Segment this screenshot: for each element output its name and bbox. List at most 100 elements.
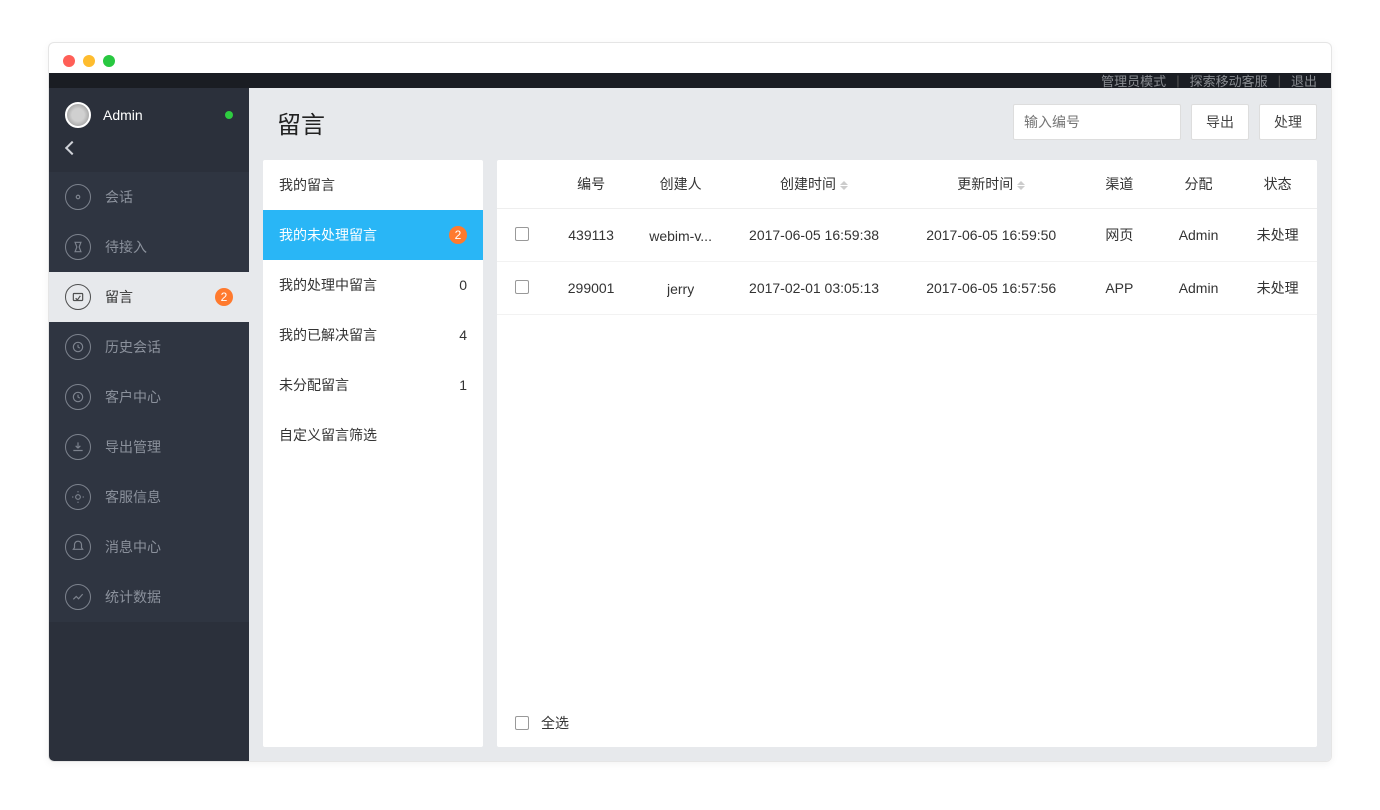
cell-channel: 网页	[1080, 209, 1159, 262]
nav-item-pending[interactable]: 待接入	[49, 222, 249, 272]
process-button[interactable]: 处理	[1259, 104, 1317, 140]
col-channel[interactable]: 渠道	[1080, 160, 1159, 209]
filter-label: 我的留言	[279, 175, 335, 195]
search-input[interactable]	[1013, 104, 1181, 140]
nav-label: 统计数据	[105, 587, 161, 607]
cell-id: 299001	[546, 262, 635, 315]
username: Admin	[103, 107, 143, 123]
notification-icon	[65, 534, 91, 560]
pending-icon	[65, 234, 91, 260]
stats-icon	[65, 584, 91, 610]
message-icon	[65, 284, 91, 310]
agent-icon	[65, 484, 91, 510]
chevron-left-icon	[65, 141, 79, 155]
nav-label: 历史会话	[105, 337, 161, 357]
cell-assign: Admin	[1159, 209, 1238, 262]
filter-count: 4	[459, 327, 467, 343]
nav-item-history[interactable]: 历史会话	[49, 322, 249, 372]
filter-my-messages[interactable]: 我的留言	[263, 160, 483, 210]
cell-updated: 2017-06-05 16:57:56	[903, 262, 1080, 315]
history-icon	[65, 334, 91, 360]
cell-created: 2017-02-01 03:05:13	[725, 262, 902, 315]
filter-label: 我的未处理留言	[279, 225, 377, 245]
cell-creator: webim-v...	[636, 209, 726, 262]
header-actions: 导出 处理	[1013, 104, 1317, 140]
col-creator[interactable]: 创建人	[636, 160, 726, 209]
cell-created: 2017-06-05 16:59:38	[725, 209, 902, 262]
filter-unassigned[interactable]: 未分配留言 1	[263, 360, 483, 410]
table-panel: 编号 创建人 创建时间 更新时间 渠道 分配 状态 439113	[497, 160, 1317, 747]
app-window: 管理员模式 | 探索移动客服 | 退出 Admin 会话 待接入	[48, 42, 1332, 762]
divider: |	[1278, 73, 1281, 88]
content-area: 留言 导出 处理 我的留言 我的未处理留言 2 我的处理中留言	[249, 88, 1331, 761]
table-header-row: 编号 创建人 创建时间 更新时间 渠道 分配 状态	[497, 160, 1317, 209]
export-icon	[65, 434, 91, 460]
nav-label: 留言	[105, 287, 133, 307]
filter-custom[interactable]: 自定义留言筛选	[263, 410, 483, 460]
main-area: Admin 会话 待接入 留言 2	[49, 88, 1331, 761]
table-footer: 全选	[497, 699, 1317, 747]
cell-creator: jerry	[636, 262, 726, 315]
collapse-sidebar-button[interactable]	[49, 136, 249, 172]
top-bar: 管理员模式 | 探索移动客服 | 退出	[49, 73, 1331, 88]
select-all-label[interactable]: 全选	[541, 713, 569, 733]
cell-channel: APP	[1080, 262, 1159, 315]
col-checkbox	[497, 160, 546, 209]
row-checkbox[interactable]	[515, 280, 529, 294]
nav-item-export[interactable]: 导出管理	[49, 422, 249, 472]
nav-item-agent[interactable]: 客服信息	[49, 472, 249, 522]
filter-count: 0	[459, 277, 467, 293]
nav-label: 导出管理	[105, 437, 161, 457]
cell-status: 未处理	[1238, 209, 1317, 262]
cell-status: 未处理	[1238, 262, 1317, 315]
avatar	[65, 102, 91, 128]
filter-processing[interactable]: 我的处理中留言 0	[263, 260, 483, 310]
filter-label: 未分配留言	[279, 375, 349, 395]
filter-label: 自定义留言筛选	[279, 425, 377, 445]
sort-icon	[1017, 181, 1025, 190]
filter-count: 1	[459, 377, 467, 393]
cell-id: 439113	[546, 209, 635, 262]
filter-unprocessed[interactable]: 我的未处理留言 2	[263, 210, 483, 260]
status-online-icon	[225, 111, 233, 119]
page-header: 留言 导出 处理	[277, 102, 1317, 142]
row-checkbox[interactable]	[515, 227, 529, 241]
customer-icon	[65, 384, 91, 410]
messages-table: 编号 创建人 创建时间 更新时间 渠道 分配 状态 439113	[497, 160, 1317, 315]
nav-item-stats[interactable]: 统计数据	[49, 572, 249, 622]
col-created[interactable]: 创建时间	[725, 160, 902, 209]
nav-label: 会话	[105, 187, 133, 207]
col-assign[interactable]: 分配	[1159, 160, 1238, 209]
filter-badge: 2	[449, 226, 467, 244]
user-info[interactable]: Admin	[49, 88, 249, 136]
nav-badge: 2	[215, 288, 233, 306]
filter-panel: 我的留言 我的未处理留言 2 我的处理中留言 0 我的已解决留言 4 未分配留言	[263, 160, 483, 747]
nav-item-chat[interactable]: 会话	[49, 172, 249, 222]
filter-label: 我的处理中留言	[279, 275, 377, 295]
col-id[interactable]: 编号	[546, 160, 635, 209]
nav-label: 待接入	[105, 237, 147, 257]
filter-resolved[interactable]: 我的已解决留言 4	[263, 310, 483, 360]
maximize-window-icon[interactable]	[103, 55, 115, 67]
col-updated[interactable]: 更新时间	[903, 160, 1080, 209]
table-row[interactable]: 299001 jerry 2017-02-01 03:05:13 2017-06…	[497, 262, 1317, 315]
nav-item-customer[interactable]: 客户中心	[49, 372, 249, 422]
cell-updated: 2017-06-05 16:59:50	[903, 209, 1080, 262]
window-controls	[63, 55, 115, 67]
select-all-checkbox[interactable]	[515, 716, 529, 730]
nav-label: 消息中心	[105, 537, 161, 557]
table-row[interactable]: 439113 webim-v... 2017-06-05 16:59:38 20…	[497, 209, 1317, 262]
minimize-window-icon[interactable]	[83, 55, 95, 67]
chat-icon	[65, 184, 91, 210]
export-button[interactable]: 导出	[1191, 104, 1249, 140]
close-window-icon[interactable]	[63, 55, 75, 67]
col-status[interactable]: 状态	[1238, 160, 1317, 209]
nav-label: 客服信息	[105, 487, 161, 507]
filter-label: 我的已解决留言	[279, 325, 377, 345]
nav-item-messages[interactable]: 留言 2	[49, 272, 249, 322]
nav-list: 会话 待接入 留言 2 历史会话 客户中心	[49, 172, 249, 622]
sidebar: Admin 会话 待接入 留言 2	[49, 88, 249, 761]
divider: |	[1176, 73, 1179, 88]
nav-item-notifications[interactable]: 消息中心	[49, 522, 249, 572]
nav-label: 客户中心	[105, 387, 161, 407]
